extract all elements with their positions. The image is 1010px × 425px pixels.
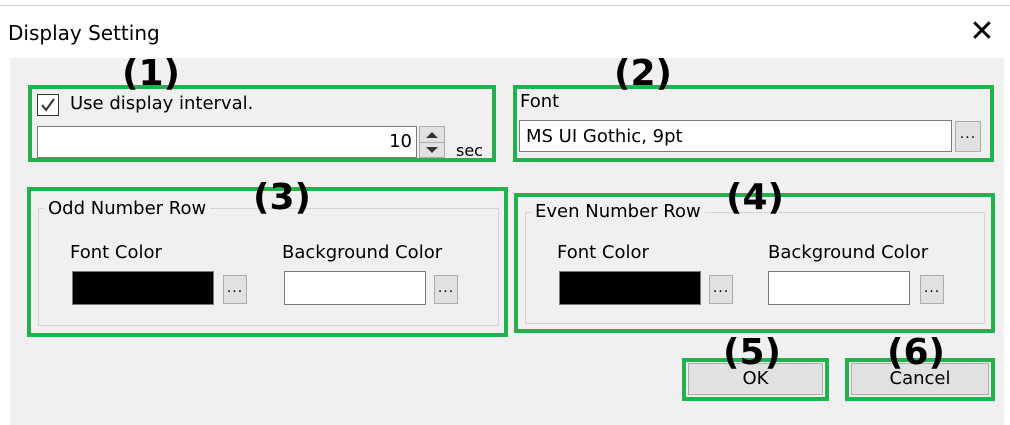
spinner-down-button[interactable] [420,142,444,157]
interval-spinner[interactable] [419,126,445,158]
odd-font-color-browse-button[interactable]: ... [223,275,247,304]
arrow-down-icon [426,147,438,153]
even-background-color-swatch [768,271,910,305]
even-font-color-swatch [559,271,701,305]
annotation-label-1: (1) [122,53,180,94]
even-row-legend: Even Number Row [531,201,705,223]
interval-unit: sec [456,141,483,160]
even-background-color-label: Background Color [768,242,929,263]
font-field[interactable]: MS UI Gothic, 9pt [519,120,952,152]
annotation-label-5: (5) [723,332,781,373]
font-value: MS UI Gothic, 9pt [526,126,683,147]
odd-background-color-browse-button[interactable]: ... [434,275,458,304]
dialog-title: Display Setting [8,21,160,45]
font-browse-button[interactable]: ... [955,121,981,152]
odd-row-group [38,208,499,326]
use-interval-checkbox[interactable] [37,94,59,116]
even-font-color-browse-button[interactable]: ... [709,275,733,304]
odd-font-color-swatch [72,271,214,305]
arrow-up-icon [426,132,438,138]
spinner-up-button[interactable] [420,127,444,143]
use-interval-label: Use display interval. [70,93,254,114]
annotation-label-4: (4) [726,177,784,218]
odd-background-color-label: Background Color [282,242,443,263]
odd-row-legend: Odd Number Row [44,198,211,220]
close-icon[interactable]: ✕ [962,14,1002,50]
font-label: Font [520,91,560,112]
odd-font-color-label: Font Color [70,242,162,263]
annotation-label-2: (2) [614,53,672,94]
annotation-label-6: (6) [887,332,945,373]
even-row-group [525,212,985,324]
even-background-color-browse-button[interactable]: ... [920,275,944,304]
checkmark-icon [41,98,55,112]
window-top-edge [0,0,1010,6]
annotation-label-3: (3) [253,177,311,218]
interval-value-field[interactable]: 10 [37,126,417,158]
odd-background-color-swatch [284,271,426,305]
even-font-color-label: Font Color [557,242,649,263]
